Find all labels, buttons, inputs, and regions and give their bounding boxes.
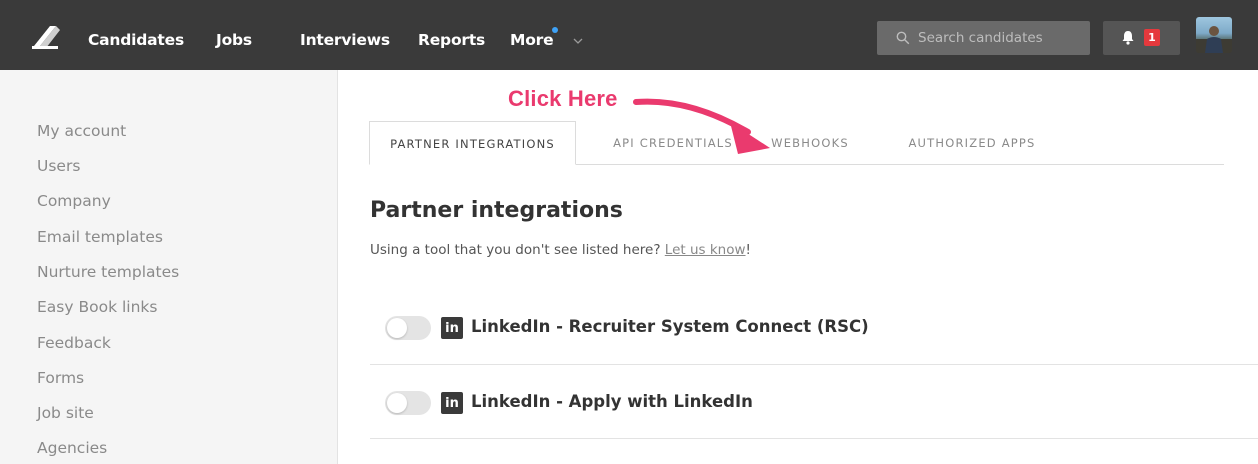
rsc-toggle[interactable] <box>385 316 431 340</box>
sidebar-item-company[interactable]: Company <box>37 192 111 210</box>
tab-authorized-apps[interactable]: AUTHORIZED APPS <box>887 121 1057 165</box>
search-icon <box>896 31 910 45</box>
click-here-annotation: Click Here <box>508 86 618 111</box>
linkedin-icon: in <box>441 317 463 339</box>
search-input[interactable] <box>918 21 1084 55</box>
integration-title-rsc: LinkedIn - Recruiter System Connect (RSC… <box>471 317 869 336</box>
sidebar-item-my-account[interactable]: My account <box>37 122 126 140</box>
nav-more[interactable]: More <box>510 0 554 70</box>
sidebar-item-easy-book-links[interactable]: Easy Book links <box>37 298 157 316</box>
sidebar-item-job-site[interactable]: Job site <box>37 404 94 422</box>
page-subtitle: Using a tool that you don't see listed h… <box>370 242 751 258</box>
integration-title-apply-with-linkedin: LinkedIn - Apply with LinkedIn <box>471 392 753 411</box>
row-divider <box>370 364 1258 365</box>
let-us-know-link[interactable]: Let us know <box>665 242 746 258</box>
sidebar-item-email-templates[interactable]: Email templates <box>37 228 163 246</box>
sidebar-item-forms[interactable]: Forms <box>37 369 84 387</box>
nav-candidates[interactable]: Candidates <box>88 0 184 70</box>
nav-jobs[interactable]: Jobs <box>216 0 252 70</box>
linkedin-icon-text: in <box>445 321 459 336</box>
subtitle-text: Using a tool that you don't see listed h… <box>370 242 665 258</box>
chevron-down-icon[interactable] <box>573 37 583 45</box>
subtitle-suffix: ! <box>745 242 751 258</box>
nav-interviews[interactable]: Interviews <box>300 0 390 70</box>
toggle-knob <box>387 393 407 413</box>
page-title: Partner integrations <box>370 198 623 223</box>
linkedin-icon: in <box>441 392 463 414</box>
sidebar-item-users[interactable]: Users <box>37 157 80 175</box>
apply-with-linkedin-toggle[interactable] <box>385 391 431 415</box>
toggle-knob <box>387 318 407 338</box>
avatar[interactable] <box>1196 17 1232 53</box>
bell-icon <box>1122 31 1134 45</box>
new-indicator-dot <box>552 27 558 33</box>
notification-count-badge: 1 <box>1144 29 1160 46</box>
sidebar-item-feedback[interactable]: Feedback <box>37 334 111 352</box>
sidebar-item-agencies[interactable]: Agencies <box>37 439 107 457</box>
linkedin-icon-text: in <box>445 396 459 411</box>
sidebar-item-nurture-templates[interactable]: Nurture templates <box>37 263 179 281</box>
row-divider <box>370 438 1258 439</box>
logo-icon[interactable] <box>30 22 64 50</box>
nav-reports[interactable]: Reports <box>418 0 485 70</box>
notifications-button[interactable] <box>1103 21 1180 55</box>
annotation-arrow-icon <box>633 98 770 154</box>
tab-partner-integrations[interactable]: PARTNER INTEGRATIONS <box>369 121 576 165</box>
